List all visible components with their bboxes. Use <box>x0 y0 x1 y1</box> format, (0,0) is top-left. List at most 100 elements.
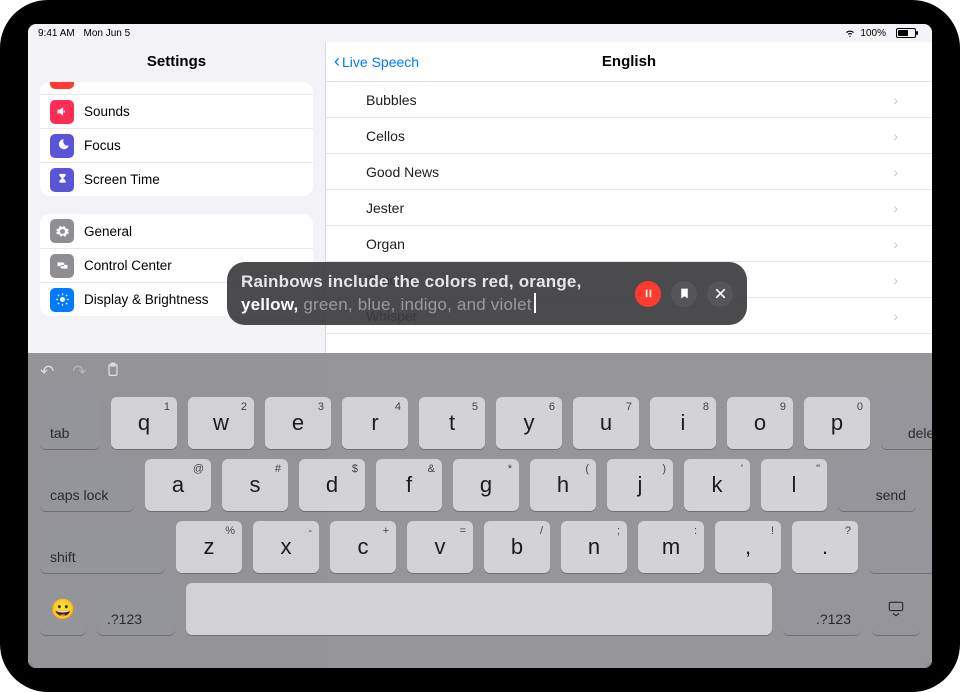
undo-button[interactable]: ↶ <box>40 362 54 382</box>
on-screen-keyboard[interactable]: ↶ ↷ tab 1q2w3e4r5t6y7u8i9o0p delete caps l… <box>28 353 932 668</box>
key-j[interactable]: )j <box>607 459 673 511</box>
screen: 9:41 AM Mon Jun 5 100% Settings Notifica… <box>28 24 932 668</box>
key-label: t <box>449 410 455 436</box>
key-g[interactable]: *g <box>453 459 519 511</box>
voice-name: Good News <box>366 164 439 180</box>
voice-row-good-news[interactable]: Good News › <box>326 154 932 190</box>
key-label: q <box>138 410 150 436</box>
key-n[interactable]: ;n <box>561 521 627 573</box>
key-label: . <box>822 534 828 560</box>
key-b[interactable]: /b <box>484 521 550 573</box>
key-p[interactable]: 0p <box>804 397 870 449</box>
redo-button[interactable]: ↷ <box>72 362 86 382</box>
key-label: tab <box>50 425 69 441</box>
key-hide-keyboard[interactable] <box>872 583 920 635</box>
voice-row-bubbles[interactable]: Bubbles› <box>326 82 932 118</box>
voice-name: Cellos <box>366 128 405 144</box>
key-numbers-right[interactable]: .?123 <box>783 583 861 635</box>
sidebar-item-sounds[interactable]: Sounds <box>40 94 313 128</box>
key-f[interactable]: &f <box>376 459 442 511</box>
key-v[interactable]: =v <box>407 521 473 573</box>
key-u[interactable]: 7u <box>573 397 639 449</box>
key-label: c <box>358 534 369 560</box>
key-shift-right[interactable]: shift <box>869 521 932 573</box>
key-label: caps lock <box>50 487 108 503</box>
live-speech-overlay[interactable]: Rainbows include the colors red, orange,… <box>227 262 747 325</box>
key-label: b <box>511 534 523 560</box>
key-k[interactable]: 'k <box>684 459 750 511</box>
key-label: k <box>712 472 723 498</box>
clipboard-icon <box>105 361 121 379</box>
switches-icon <box>50 254 74 278</box>
key-label: v <box>435 534 446 560</box>
key-,[interactable]: !, <box>715 521 781 573</box>
sidebar-item-screen-time[interactable]: Screen Time <box>40 162 313 196</box>
key-h[interactable]: (h <box>530 459 596 511</box>
key-x[interactable]: -x <box>253 521 319 573</box>
key-z[interactable]: %z <box>176 521 242 573</box>
status-left: 9:41 AM Mon Jun 5 <box>38 28 136 39</box>
key-a[interactable]: @a <box>145 459 211 511</box>
text-cursor <box>534 293 536 313</box>
pending-text: green, blue, indigo, and violet <box>298 295 531 314</box>
chevron-right-icon: › <box>893 164 898 180</box>
voice-row-jester[interactable]: Jester› <box>326 190 932 226</box>
sidebar-item-general[interactable]: General <box>40 214 313 248</box>
key-label: o <box>754 410 766 436</box>
key-label: u <box>600 410 612 436</box>
hourglass-icon <box>50 168 74 192</box>
key-e[interactable]: 3e <box>265 397 331 449</box>
sidebar-item-notifications[interactable]: Notifications <box>40 82 313 94</box>
close-button[interactable] <box>707 281 733 307</box>
key-o[interactable]: 9o <box>727 397 793 449</box>
sidebar-item-label: Control Center <box>84 258 172 273</box>
key-c[interactable]: +c <box>330 521 396 573</box>
key-d[interactable]: $d <box>299 459 365 511</box>
key-label: y <box>524 410 535 436</box>
voice-row-cellos[interactable]: Cellos› <box>326 118 932 154</box>
sidebar-group-1: NotificationsSoundsFocusScreen Time <box>40 82 313 196</box>
key-tab[interactable]: tab <box>40 397 100 449</box>
key-label: w <box>213 410 229 436</box>
moon-icon <box>50 134 74 158</box>
key-r[interactable]: 4r <box>342 397 408 449</box>
key-m[interactable]: :m <box>638 521 704 573</box>
key-numbers-left[interactable]: .?123 <box>97 583 175 635</box>
wifi-icon <box>844 28 856 38</box>
key-l[interactable]: "l <box>761 459 827 511</box>
key-t[interactable]: 5t <box>419 397 485 449</box>
key-label: delete <box>908 425 932 441</box>
voice-row-organ[interactable]: Organ › <box>326 226 932 262</box>
key-label: l <box>792 472 797 498</box>
back-button[interactable]: ‹ Live Speech <box>334 51 419 72</box>
key-w[interactable]: 2w <box>188 397 254 449</box>
chevron-right-icon: › <box>893 236 898 252</box>
clipboard-button[interactable] <box>105 361 121 384</box>
key-s[interactable]: #s <box>222 459 288 511</box>
bookmark-icon <box>678 287 691 300</box>
key-label: e <box>292 410 304 436</box>
key-space[interactable] <box>186 583 772 635</box>
key-label: f <box>406 472 412 498</box>
keyboard-hide-icon <box>885 600 907 618</box>
live-speech-text[interactable]: Rainbows include the colors red, orange,… <box>241 271 625 316</box>
status-bar: 9:41 AM Mon Jun 5 100% <box>28 24 932 42</box>
key-label: m <box>662 534 680 560</box>
key-caps-lock[interactable]: caps lock <box>40 459 134 511</box>
key-i[interactable]: 8i <box>650 397 716 449</box>
sidebar-item-focus[interactable]: Focus <box>40 128 313 162</box>
pause-button[interactable] <box>635 281 661 307</box>
key-delete[interactable]: delete <box>881 397 932 449</box>
chevron-left-icon: ‹ <box>334 51 340 72</box>
key-q[interactable]: 1q <box>111 397 177 449</box>
key-send[interactable]: send <box>838 459 916 511</box>
key-y[interactable]: 6y <box>496 397 562 449</box>
key-.[interactable]: ?. <box>792 521 858 573</box>
battery-icon <box>896 28 916 38</box>
bookmark-button[interactable] <box>671 281 697 307</box>
key-shift-left[interactable]: shift <box>40 521 165 573</box>
sidebar-item-label: Display & Brightness <box>84 292 209 307</box>
voice-name: Organ <box>366 236 405 252</box>
chevron-right-icon: › <box>893 92 898 108</box>
key-emoji[interactable]: 😀 <box>40 583 86 635</box>
